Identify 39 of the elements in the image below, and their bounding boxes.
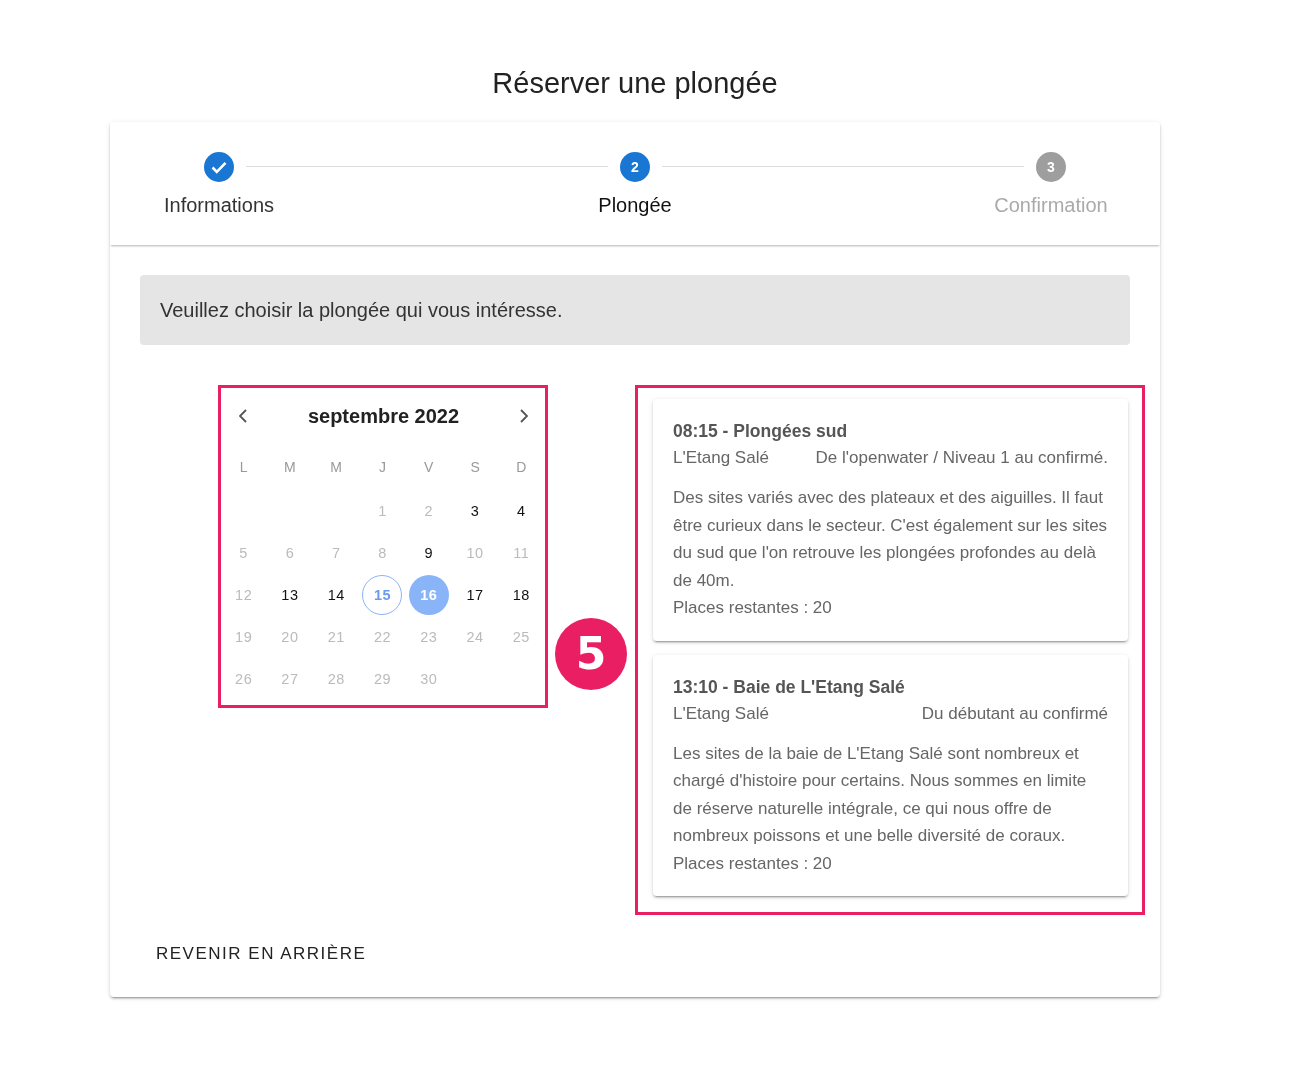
info-message: Veuillez choisir la plongée qui vous intéresse. (140, 275, 1130, 345)
dive-location: L'Etang Salé (673, 447, 769, 469)
dive-location: L'Etang Salé (673, 702, 769, 725)
day-button[interactable]: 16 (408, 575, 449, 615)
weekday-label: M (283, 458, 297, 477)
dive-audience: De l'openwater / Niveau 1 au confirmé. (815, 447, 1108, 469)
step-label: Informations (163, 193, 275, 217)
day-button[interactable]: 17 (455, 575, 496, 615)
dive-title: 08:15 - Plongées sud (673, 420, 849, 443)
weekday-label: M (329, 458, 344, 477)
dive-description: Des sites variés avec des plateaux et des aiguilles. Il faut être curieux dans le secteur. C'est également sur les sites du sud que l'on retrouve les plongées profondes au delà de 40m. (673, 487, 1108, 592)
step-number: 3 (1036, 152, 1066, 182)
day-button[interactable]: 14 (316, 575, 357, 615)
page-title: Réserver une plongée (491, 66, 779, 100)
day-button[interactable]: 9 (408, 533, 449, 573)
chevron-left-icon (238, 409, 247, 423)
dive-audience: Du débutant au confirmé (921, 702, 1108, 725)
callout-badge: 5 (555, 618, 627, 690)
weekday-label: V (423, 458, 435, 477)
dive-title: 13:10 - Baie de L'Etang Salé (673, 675, 906, 699)
day-button[interactable]: 18 (501, 575, 542, 615)
step-label: Confirmation (994, 193, 1108, 217)
dive-card[interactable] (653, 399, 1128, 641)
day-button[interactable]: 3 (455, 491, 496, 531)
places-remaining: Places restantes : 20 (673, 597, 833, 619)
back-button[interactable]: REVENIR EN ARRIÈRE (140, 936, 383, 972)
weekday-label: L (238, 458, 249, 477)
day-button[interactable]: 13 (269, 575, 310, 615)
places-remaining: Places restantes : 20 (673, 852, 833, 875)
month-title: septembre 2022 (307, 404, 460, 428)
dive-description: Les sites de la baie de L'Etang Salé sont nombreux et chargé d'histoire pour certains. Nous sommes en limite de réserve naturelle intégrale, ce qui nous offre de nombreux poissons et une belle diversité de coraux. (673, 742, 1088, 847)
chevron-right-icon (520, 409, 529, 423)
weekday-label: J (378, 458, 387, 477)
step-number: 2 (620, 152, 650, 182)
weekday-label: D (515, 458, 528, 477)
day-button[interactable]: 4 (501, 491, 542, 531)
dive-card[interactable] (653, 654, 1128, 896)
weekday-label: S (469, 458, 481, 477)
step-label: Plongée (598, 193, 672, 217)
